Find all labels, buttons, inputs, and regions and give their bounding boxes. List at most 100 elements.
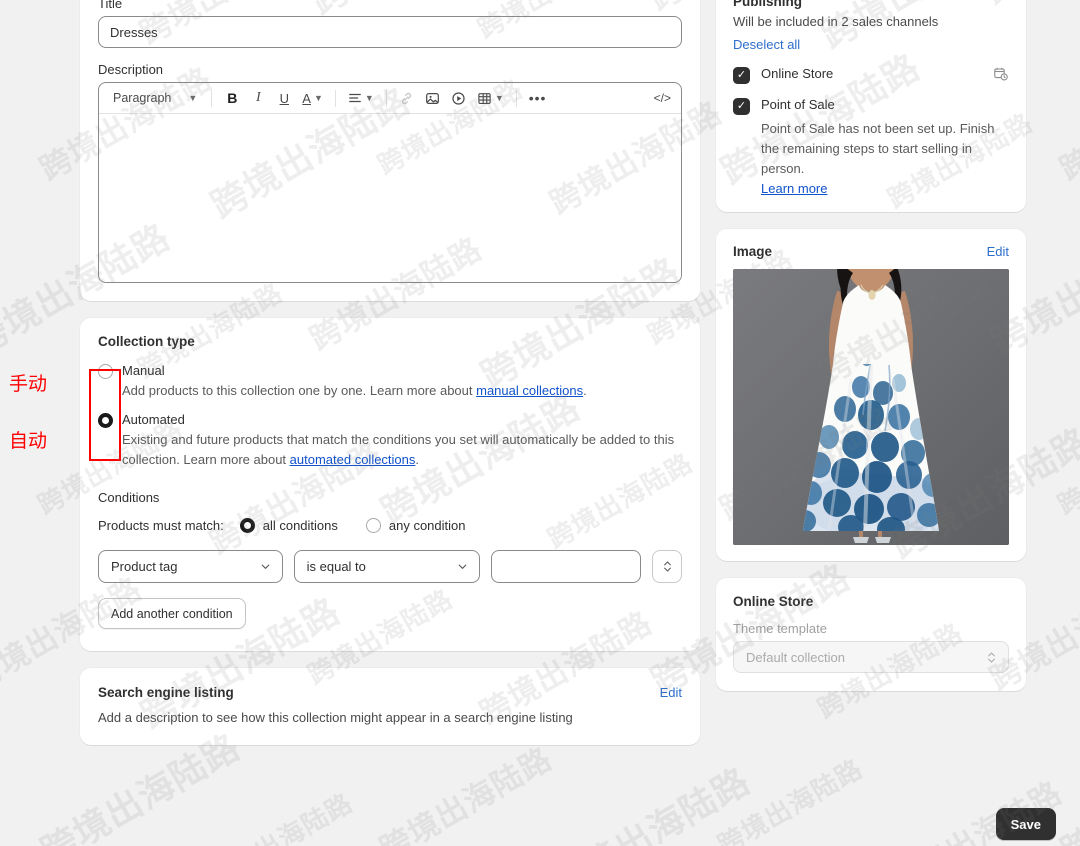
chevron-up-down-icon [663,561,671,572]
automated-radio[interactable] [98,413,113,428]
channel-row-online-store[interactable]: ✓ Online Store [733,66,1009,84]
toolbar-divider [385,89,387,107]
collection-type-card: Collection type Manual Add products to t… [80,318,700,651]
text-color-button[interactable]: A ▼ [298,86,327,110]
chevron-down-icon [458,564,467,569]
automated-help-text: Existing and future products that match … [122,432,675,467]
condition-value-input[interactable] [491,550,642,583]
align-icon [349,93,361,103]
title-input[interactable] [98,16,682,48]
online-store-checkbox[interactable]: ✓ [733,67,750,84]
condition-field-select[interactable]: Product tag [98,550,283,583]
condition-field-value: Product tag [111,559,178,574]
html-code-button[interactable]: </> [650,86,675,110]
image-heading: Image [733,244,773,259]
seo-header: Search engine listing Edit [98,685,682,700]
theme-template-select[interactable]: Default collection [733,641,1009,673]
chevron-down-icon: ▼ [313,93,323,103]
align-button[interactable]: ▼ [344,86,378,110]
match-type-row: Products must match: all conditions any … [98,517,682,533]
chevron-down-icon: ▼ [364,93,374,103]
bold-button[interactable]: B [220,86,244,110]
deselect-all-link[interactable]: Deselect all [733,37,800,52]
video-icon [452,91,465,105]
add-another-condition-button[interactable]: Add another condition [98,598,246,629]
seo-edit-link[interactable]: Edit [660,685,682,700]
conditions-heading: Conditions [98,490,160,505]
insert-video-button[interactable] [447,86,471,110]
any-condition-label: any condition [388,517,466,533]
title-description-card: Title Description Paragraph ▼ B I U A ▼ [80,0,700,301]
chevron-down-icon: ▼ [494,93,504,103]
seo-card: Search engine listing Edit Add a descrip… [80,668,700,745]
insert-table-button[interactable]: ▼ [473,86,508,110]
manual-radio[interactable] [98,364,113,379]
toolbar-divider [211,89,213,107]
chevron-up-down-icon [988,651,995,663]
manual-collections-link[interactable]: manual collections [476,383,583,398]
sidebar-column: Publishing Will be included in 2 sales c… [716,0,1026,708]
radio-option-any-condition[interactable]: any condition [365,517,466,533]
publishing-subtitle: Will be included in 2 sales channels [733,14,939,29]
image-icon [426,92,440,104]
radio-option-all-conditions[interactable]: all conditions [239,517,338,533]
point-of-sale-label: Point of Sale [761,97,835,112]
point-of-sale-checkbox[interactable]: ✓ [733,98,750,115]
toolbar-divider [515,89,517,107]
annotation-label-manual: 手动 [9,373,48,395]
chevron-down-icon: ▼ [188,93,198,103]
all-conditions-label: all conditions [262,517,338,533]
link-icon [402,92,412,104]
description-textarea[interactable] [99,114,681,282]
insert-image-button[interactable] [421,86,445,110]
manual-label: Manual [122,363,165,378]
product-image[interactable] [733,269,1009,545]
image-card: Image Edit [716,229,1026,561]
radio-option-manual[interactable]: Manual [98,363,682,379]
chevron-down-icon [261,564,269,569]
more-options-button[interactable]: ••• [525,86,551,110]
collection-type-heading: Collection type [98,334,195,349]
paragraph-style-dropdown[interactable]: Paragraph ▼ [105,86,203,110]
condition-operator-value: is equal to [306,559,366,574]
publishing-card: Publishing Will be included in 2 sales c… [716,0,1026,212]
main-column: Title Description Paragraph ▼ B I U A ▼ [80,0,700,762]
channel-row-point-of-sale[interactable]: ✓ Point of Sale [733,97,1009,115]
page-root: Title Description Paragraph ▼ B I U A ▼ [0,0,1080,846]
dress-photo-illustration [733,269,1009,545]
online-store-heading: Online Store [733,594,814,609]
image-card-header: Image Edit [733,244,1009,259]
seo-body-text: Add a description to see how this collec… [98,710,573,725]
condition-operator-select[interactable]: is equal to [293,550,481,583]
online-store-card: Online Store Theme template Default coll… [716,578,1026,691]
automated-label: Automated [122,412,185,427]
toolbar-divider [334,89,336,107]
publishing-heading: Publishing [733,0,802,9]
condition-row: Product tag is equal to [98,550,682,583]
title-label: Title [98,0,123,11]
theme-template-value: Default collection [746,649,845,665]
description-editor[interactable]: Paragraph ▼ B I U A ▼ ▼ ▼ ••• </> [98,82,682,283]
radio-option-automated[interactable]: Automated [98,412,682,428]
table-icon [478,92,491,104]
save-button[interactable]: Save [995,808,1056,840]
point-of-sale-note: Point of Sale has not been set up. Finis… [761,121,995,176]
description-label: Description [98,62,164,77]
point-of-sale-learn-more-link[interactable]: Learn more [761,181,827,196]
italic-button[interactable]: I [246,86,270,110]
any-condition-radio[interactable] [365,518,381,533]
condition-stepper[interactable] [652,550,682,583]
all-conditions-radio[interactable] [239,518,255,533]
calendar-clock-icon[interactable] [993,66,1009,82]
theme-template-label: Theme template [733,621,827,636]
automated-collections-link[interactable]: automated collections [290,452,416,467]
link-button[interactable] [395,86,419,110]
manual-help-text: Add products to this collection one by o… [122,383,587,398]
seo-heading: Search engine listing [98,685,234,700]
annotation-label-automated: 自动 [9,430,48,452]
underline-button[interactable]: U [272,86,296,110]
match-label: Products must match: [98,517,224,533]
online-store-label: Online Store [761,66,834,81]
image-edit-link[interactable]: Edit [987,244,1009,259]
editor-toolbar: Paragraph ▼ B I U A ▼ ▼ ▼ ••• </> [99,83,681,114]
